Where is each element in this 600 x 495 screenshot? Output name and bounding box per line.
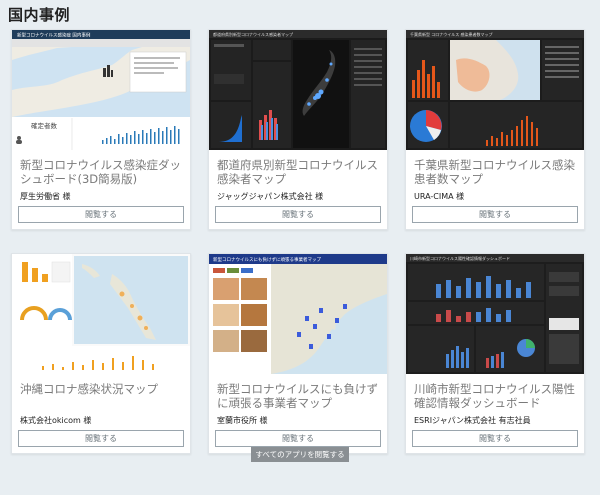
- app-thumbnail[interactable]: [12, 254, 190, 374]
- card-organization: 室蘭市役所 様: [217, 416, 268, 425]
- app-card-jag-japan[interactable]: 都道府県別新型コロナウイルス感染者マップ 都道府県別新型コロナウイルス感染者マッ…: [208, 29, 388, 230]
- thumb-header-text: 新型コロナウイルスにも負けずに頑張る事業者マップ: [213, 256, 321, 263]
- app-thumbnail[interactable]: 千葉県新型 コロナウイルス 感染患者数マップ: [406, 30, 584, 150]
- card-organization: ジャッグジャパン株式会社 様: [217, 192, 324, 201]
- app-card-mhlw[interactable]: 新型コロナウイルス感染症 国内事例 確定者数 新型コロナウイルス感染症ダッシュボ…: [11, 29, 191, 230]
- app-card-kawasaki[interactable]: 川崎市新型コロナウイルス陽性確認情報ダッシュボード 川崎市新型コロナウイルス陽性…: [405, 253, 585, 454]
- app-card-chiba[interactable]: 千葉県新型 コロナウイルス 感染患者数マップ 千葉県新型コロナウイルス感染患者数…: [405, 29, 585, 230]
- app-card-okinawa[interactable]: 沖縄コロナ感染状況マップ 株式会社okicom 様 閲覧する: [11, 253, 191, 454]
- thumb-panel-label: 確定者数: [31, 121, 58, 130]
- view-button[interactable]: 閲覧する: [215, 206, 381, 223]
- app-thumbnail[interactable]: 新型コロナウイルス感染症 国内事例 確定者数: [12, 30, 190, 150]
- thumb-header-text: 都道府県別新型コロナウイルス感染者マップ: [213, 31, 293, 37]
- thumb-header-text: 千葉県新型 コロナウイルス 感染患者数マップ: [410, 31, 493, 37]
- app-card-muroran[interactable]: 新型コロナウイルスにも負けずに頑張る事業者マップ 新型コロナウイルスにも負けずに…: [208, 253, 388, 454]
- card-title[interactable]: 沖縄コロナ感染状況マップ: [20, 382, 188, 396]
- view-button[interactable]: 閲覧する: [412, 206, 578, 223]
- card-organization: 厚生労働省 様: [20, 192, 71, 201]
- card-title[interactable]: 千葉県新型コロナウイルス感染患者数マップ: [414, 158, 582, 186]
- view-button[interactable]: 閲覧する: [18, 206, 184, 223]
- app-thumbnail[interactable]: 都道府県別新型コロナウイルス感染者マップ: [209, 30, 387, 150]
- view-all-apps-button[interactable]: すべてのアプリを閲覧する: [251, 447, 349, 462]
- section-heading: 国内事例: [8, 6, 71, 24]
- card-organization: 株式会社okicom 様: [20, 416, 92, 425]
- view-button[interactable]: 閲覧する: [18, 430, 184, 447]
- thumb-header-text: 川崎市新型コロナウイルス陽性確認情報ダッシュボード: [410, 255, 510, 261]
- view-button[interactable]: 閲覧する: [215, 430, 381, 447]
- card-title[interactable]: 新型コロナウイルスにも負けずに頑張る事業者マップ: [217, 382, 385, 410]
- card-organization: ESRIジャパン株式会社 有志社員: [414, 416, 531, 425]
- card-title[interactable]: 川崎市新型コロナウイルス陽性確認情報ダッシュボード: [414, 382, 582, 410]
- card-title[interactable]: 新型コロナウイルス感染症ダッシュボード(3D簡易版): [20, 158, 188, 186]
- card-organization: URA-CIMA 様: [414, 192, 465, 201]
- card-title[interactable]: 都道府県別新型コロナウイルス感染者マップ: [217, 158, 385, 186]
- app-thumbnail[interactable]: 新型コロナウイルスにも負けずに頑張る事業者マップ: [209, 254, 387, 374]
- thumb-header-text: 新型コロナウイルス感染症 国内事例: [17, 32, 91, 39]
- app-thumbnail[interactable]: 川崎市新型コロナウイルス陽性確認情報ダッシュボード: [406, 254, 584, 374]
- view-button[interactable]: 閲覧する: [412, 430, 578, 447]
